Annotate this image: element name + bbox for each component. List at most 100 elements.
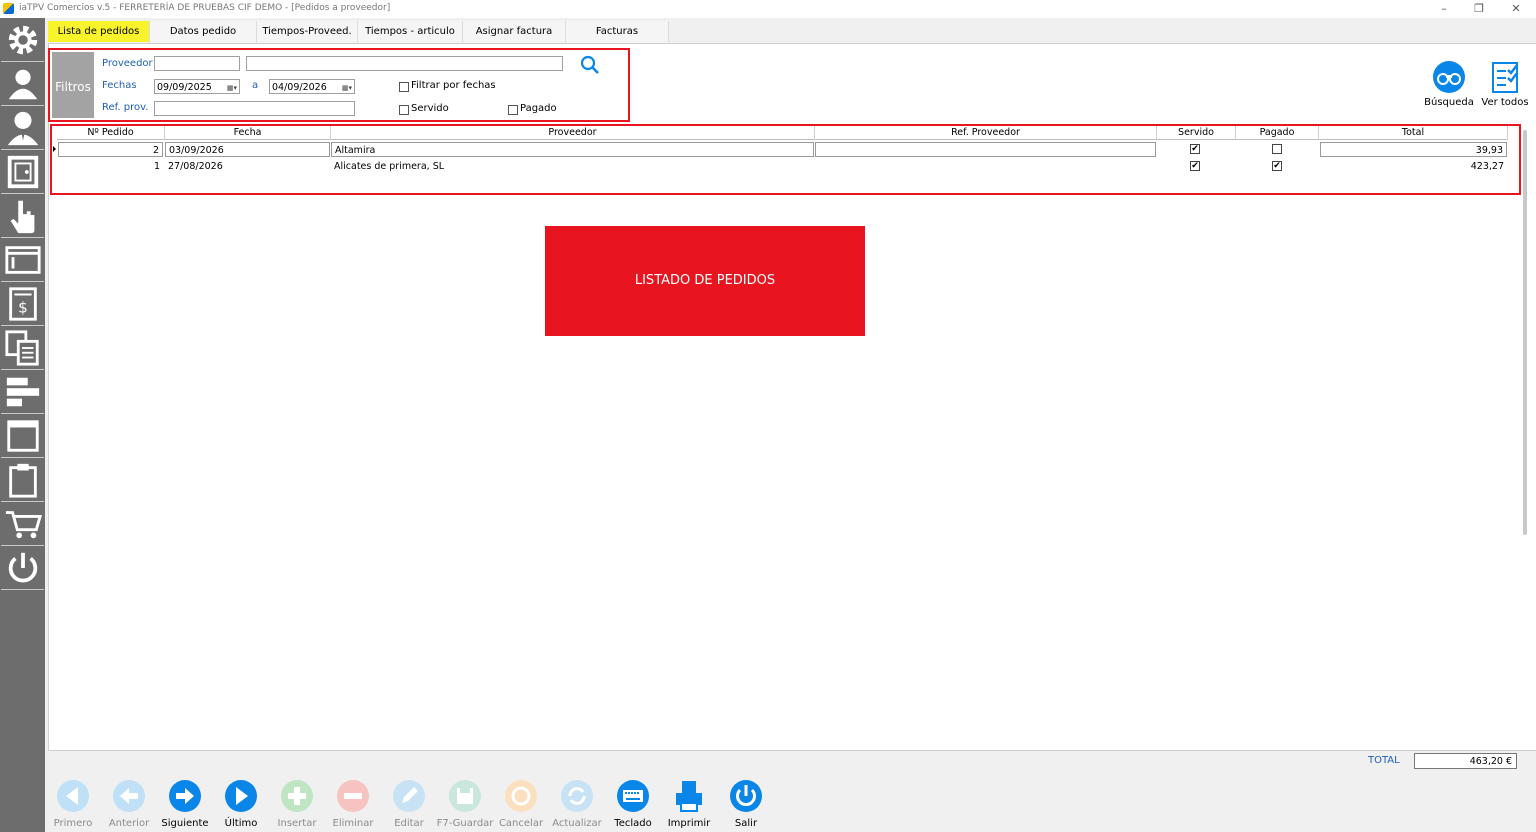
cell-proveedor[interactable]: Altamira [331,142,814,157]
cancelar-label: Cancelar [498,818,544,829]
checklist-icon [1492,62,1518,93]
tab-lista-pedidos[interactable]: Lista de pedidos [48,21,150,42]
total-label: TOTAL [1368,755,1400,766]
column-header-proveedor[interactable]: Proveedor [331,126,815,140]
safe-icon [7,155,38,188]
cell-num-pedido[interactable]: 1 [58,159,163,174]
teclado-label: Teclado [614,818,652,829]
column-header-num-pedido[interactable]: Nº Pedido [57,126,165,140]
date-from-picker[interactable]: 09/09/2025 ▦▾ [154,79,240,94]
first-arrow-icon [57,780,89,812]
restore-button[interactable]: ❐ [1464,1,1494,17]
calendar-dropdown-icon[interactable]: ▦▾ [336,81,352,92]
sidebar-item-touch[interactable] [1,194,44,238]
search-icon[interactable] [580,55,600,75]
total-value: 463,20 € [1414,753,1517,769]
tab-datos-pedido[interactable]: Datos pedido [150,21,257,42]
anterior-button[interactable]: Anterior [99,779,159,829]
sidebar-item-clipboard[interactable] [1,458,44,502]
cell-ref-proveedor[interactable] [815,159,1156,174]
ultimo-button[interactable]: Último [211,779,271,829]
tab-tiempos-articulo[interactable]: Tiempos - articulo [358,21,463,42]
sidebar-item-users[interactable] [1,106,44,150]
cell-pagado-checkbox[interactable] [1272,144,1282,154]
calendar-dropdown-icon[interactable]: ▦▾ [221,81,237,92]
column-header-pagado[interactable]: Pagado [1236,126,1319,140]
cell-fecha[interactable]: 27/08/2026 [165,159,330,174]
cell-num-pedido[interactable]: 2 [58,142,163,157]
siguiente-button[interactable]: Siguiente [155,779,215,829]
cell-ref-proveedor[interactable] [815,142,1156,157]
next-arrow-icon [169,780,201,812]
column-header-fecha[interactable]: Fecha [165,126,331,140]
insertar-button[interactable]: Insertar [267,779,327,829]
pagado-checkbox[interactable] [508,105,518,115]
sidebar: $ [0,18,45,832]
cell-servido-checkbox[interactable]: ✔ [1190,144,1200,154]
ref-prov-input[interactable] [154,101,355,116]
filtrar-fechas-checkbox[interactable] [399,82,409,92]
minimize-button[interactable]: – [1429,1,1459,17]
cell-fecha[interactable]: 03/09/2026 [165,142,330,157]
column-header-ref-proveedor[interactable]: Ref. Proveedor [815,126,1157,140]
title-bar: iaTPV Comercios v.5 - FERRETERÍA DE PRUE… [0,0,1536,18]
teclado-button[interactable]: Teclado [603,779,663,829]
sidebar-item-customers[interactable] [1,62,44,106]
column-header-total[interactable]: Total [1319,126,1508,140]
cell-servido-checkbox[interactable]: ✔ [1190,161,1200,171]
busqueda-button[interactable]: Búsqueda [1424,60,1474,108]
sidebar-item-cart[interactable] [1,502,44,546]
cell-proveedor[interactable]: Alicates de primera, SL [331,159,814,174]
sidebar-item-layout[interactable] [1,370,44,414]
primero-button[interactable]: Primero [43,779,103,829]
ver-todos-label: Ver todos [1481,97,1529,108]
sidebar-item-exit[interactable] [1,546,44,590]
orders-grid: Nº Pedido Fecha Proveedor Ref. Proveedor… [50,124,1521,195]
sidebar-item-screen[interactable] [1,238,44,282]
anterior-label: Anterior [108,818,150,829]
ver-todos-button[interactable]: Ver todos [1480,60,1530,108]
salir-label: Salir [734,818,758,829]
printer-icon [676,781,702,812]
date-to-label: a [252,80,259,91]
pagado-label: Pagado [520,103,557,114]
tab-tiempos-proveed[interactable]: Tiempos-Proveed. [257,21,358,42]
sidebar-item-settings[interactable] [1,18,44,62]
date-to-picker[interactable]: 04/09/2026 ▦▾ [269,79,355,94]
hand-pointer-icon [10,200,34,233]
editar-button[interactable]: Editar [379,779,439,829]
sidebar-item-documents[interactable] [1,326,44,370]
servido-checkbox[interactable] [399,105,409,115]
window-icon [6,419,39,452]
tab-asignar-factura[interactable]: Asignar factura [463,21,566,42]
primero-label: Primero [53,818,93,829]
cell-total[interactable]: 39,93 [1320,142,1507,157]
eliminar-button[interactable]: Eliminar [323,779,383,829]
pencil-icon [393,780,425,812]
imprimir-button[interactable]: Imprimir [659,779,719,829]
busqueda-label: Búsqueda [1424,97,1474,108]
cancelar-button[interactable]: Cancelar [491,779,551,829]
cart-icon [5,510,42,538]
sidebar-item-window[interactable] [1,414,44,458]
cell-pagado-checkbox[interactable]: ✔ [1272,161,1282,171]
documents-icon [4,329,39,366]
salir-button[interactable]: Salir [716,779,776,829]
svg-text:$: $ [18,298,28,316]
vertical-scrollbar[interactable] [1523,130,1527,535]
clipboard-icon [8,463,37,498]
filters-panel: Filtros Proveedor Fechas 09/09/2025 ▦▾ a… [48,48,630,122]
column-header-servido[interactable]: Servido [1157,126,1236,140]
sidebar-item-safe[interactable] [1,150,44,194]
proveedor-label: Proveedor [102,58,153,69]
tab-facturas[interactable]: Facturas [566,21,669,42]
cell-total[interactable]: 423,27 [1320,159,1507,174]
actualizar-button[interactable]: Actualizar [547,779,607,829]
proveedor-code-input[interactable] [154,56,240,71]
close-button[interactable]: ✕ [1501,1,1531,17]
guardar-button[interactable]: F7-Guardar [435,779,495,829]
filters-label: Filtros [52,52,94,118]
sidebar-item-invoice[interactable]: $ [1,282,44,326]
previous-arrow-icon [113,780,145,812]
proveedor-name-input[interactable] [246,56,563,71]
